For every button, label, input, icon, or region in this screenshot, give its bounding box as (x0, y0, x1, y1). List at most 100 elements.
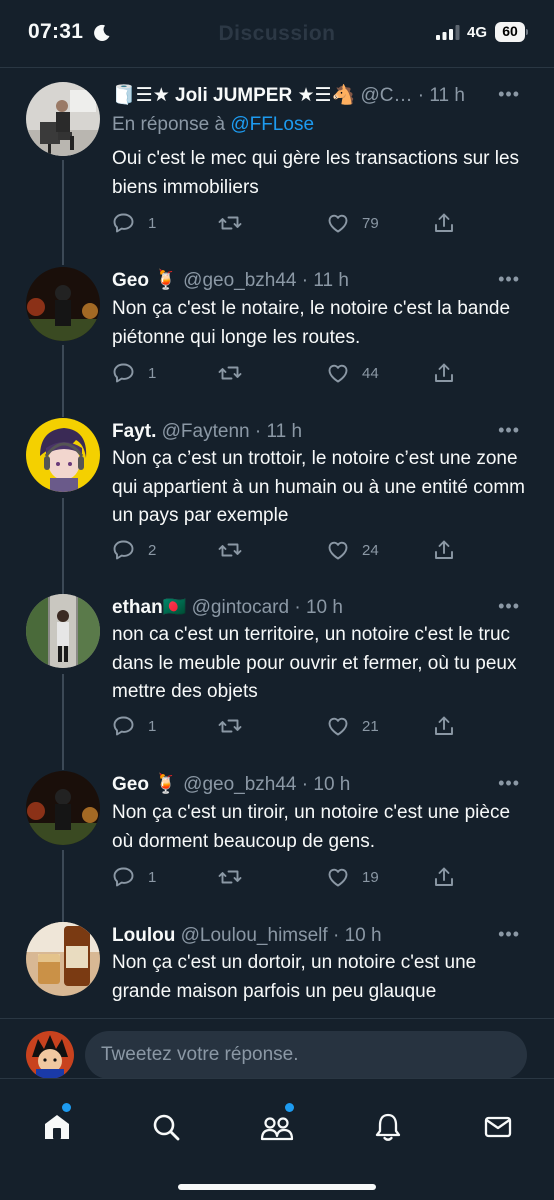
reply-button[interactable]: 2 (112, 538, 156, 562)
tweet-actions: 1 44 (112, 361, 453, 385)
heart-icon (328, 364, 348, 383)
reply-icon (113, 363, 134, 383)
avatar[interactable] (26, 594, 100, 668)
mail-icon (484, 1116, 512, 1138)
user-handle[interactable]: @geo_bzh44 (183, 774, 296, 795)
dot-separator: · (301, 270, 309, 291)
share-icon (435, 363, 453, 382)
retweet-icon (218, 543, 242, 557)
tweet-timestamp[interactable]: 11 h (429, 85, 465, 106)
reply-count: 2 (148, 541, 157, 559)
more-options-icon[interactable]: ••• (498, 596, 520, 617)
tab-search[interactable] (146, 1107, 186, 1147)
share-button[interactable] (432, 361, 456, 385)
tweet-timestamp[interactable]: 10 h (306, 597, 343, 618)
display-name[interactable]: Geo 🍹 (112, 774, 178, 795)
avatar[interactable] (26, 771, 100, 845)
like-count: 19 (362, 868, 379, 886)
reply-button[interactable]: 1 (112, 361, 156, 385)
reply-icon (113, 716, 134, 736)
reply-input[interactable] (85, 1031, 527, 1079)
reply-icon (113, 213, 134, 233)
like-button[interactable]: 19 (326, 865, 379, 889)
reply-count: 1 (148, 214, 157, 232)
more-options-icon[interactable]: ••• (498, 924, 520, 945)
battery-level: 60 (502, 23, 518, 39)
share-icon (435, 213, 453, 232)
tab-notifications[interactable] (368, 1107, 408, 1147)
reply-button[interactable]: 1 (112, 714, 156, 738)
dot-separator: · (254, 421, 262, 442)
avatar[interactable] (26, 922, 100, 996)
retweet-button[interactable] (218, 361, 254, 385)
reply-context: En réponse à @FFLose (112, 114, 314, 136)
more-options-icon[interactable]: ••• (498, 420, 520, 441)
user-handle[interactable]: @geo_bzh44 (183, 270, 296, 291)
dot-separator: · (417, 85, 425, 106)
display-name[interactable]: ethan🇧🇩 (112, 597, 186, 618)
tweet-header: 🧻☰★ Joli JUMPER ★☰🐴 @C… · 11 h (112, 84, 474, 108)
tweet-header: Fayt. @Faytenn · 11 h (112, 420, 474, 444)
tweet-timestamp[interactable]: 11 h (266, 421, 302, 442)
battery-indicator: 60 (495, 22, 528, 42)
share-button[interactable] (432, 538, 456, 562)
share-icon (435, 540, 453, 559)
share-button[interactable] (432, 211, 456, 235)
retweet-icon (218, 216, 242, 230)
reply-button[interactable]: 1 (112, 211, 156, 235)
like-button[interactable]: 21 (326, 714, 379, 738)
avatar[interactable] (26, 418, 100, 492)
dot-separator: · (294, 597, 301, 618)
retweet-icon (218, 870, 242, 884)
more-options-icon[interactable]: ••• (498, 84, 520, 105)
retweet-button[interactable] (218, 211, 254, 235)
screen: Discussion 07:31 4G 60 🧻☰★ Joli JUMPER ★… (0, 0, 554, 1200)
like-button[interactable]: 79 (326, 211, 379, 235)
retweet-button[interactable] (218, 538, 254, 562)
like-button[interactable]: 24 (326, 538, 379, 562)
thread-line (62, 345, 64, 417)
tweet-timestamp[interactable]: 11 h (313, 270, 349, 291)
share-icon (435, 716, 453, 735)
avatar[interactable] (26, 82, 100, 156)
tab-home[interactable] (37, 1103, 77, 1147)
thread-line (62, 160, 64, 265)
share-button[interactable] (432, 714, 456, 738)
user-handle[interactable]: @Faytenn (162, 421, 250, 442)
retweet-button[interactable] (218, 865, 254, 889)
header-divider (0, 67, 554, 68)
retweet-button[interactable] (218, 714, 254, 738)
user-handle[interactable]: @Loulou_himself (181, 925, 328, 946)
user-handle[interactable]: @C… (360, 85, 412, 106)
user-handle[interactable]: @gintocard (192, 597, 289, 618)
heart-icon (328, 214, 348, 233)
bell-icon (375, 1113, 401, 1141)
more-options-icon[interactable]: ••• (498, 773, 520, 794)
tweet-actions: 1 21 (112, 714, 453, 738)
reply-count: 1 (148, 717, 157, 735)
tweet-text: Non ça c'est un tiroir, un notoire c'est… (112, 802, 511, 852)
dot-separator: · (332, 925, 340, 946)
my-avatar[interactable] (26, 1031, 74, 1079)
share-button[interactable] (432, 865, 456, 889)
tweet-text: non ca c'est un territoire, un notoire c… (112, 624, 517, 702)
tweet-text: Non ça c'est un dortoir, un notoire c'es… (112, 952, 477, 1002)
tweet-timestamp[interactable]: 10 h (313, 774, 350, 795)
tweet-timestamp[interactable]: 10 h (345, 925, 382, 946)
status-time: 07:31 (28, 20, 84, 43)
avatar[interactable] (26, 267, 100, 341)
like-button[interactable]: 44 (326, 361, 379, 385)
reply-button[interactable]: 1 (112, 865, 156, 889)
thread-line (62, 850, 64, 922)
tweet-header: Loulou @Loulou_himself · 10 h (112, 924, 474, 948)
display-name[interactable]: Geo 🍹 (112, 270, 178, 291)
display-name[interactable]: Loulou (112, 925, 175, 946)
tweet-text: Oui c'est le mec qui gère les transactio… (112, 148, 520, 198)
more-options-icon[interactable]: ••• (498, 269, 520, 290)
display-name[interactable]: Fayt. (112, 421, 156, 442)
display-name[interactable]: 🧻☰★ Joli JUMPER ★☰🐴 (112, 85, 355, 106)
tab-communities[interactable] (257, 1103, 297, 1147)
tab-messages[interactable] (478, 1107, 518, 1147)
reply-to-link[interactable]: @FFLose (230, 114, 314, 135)
like-count: 21 (362, 717, 379, 735)
